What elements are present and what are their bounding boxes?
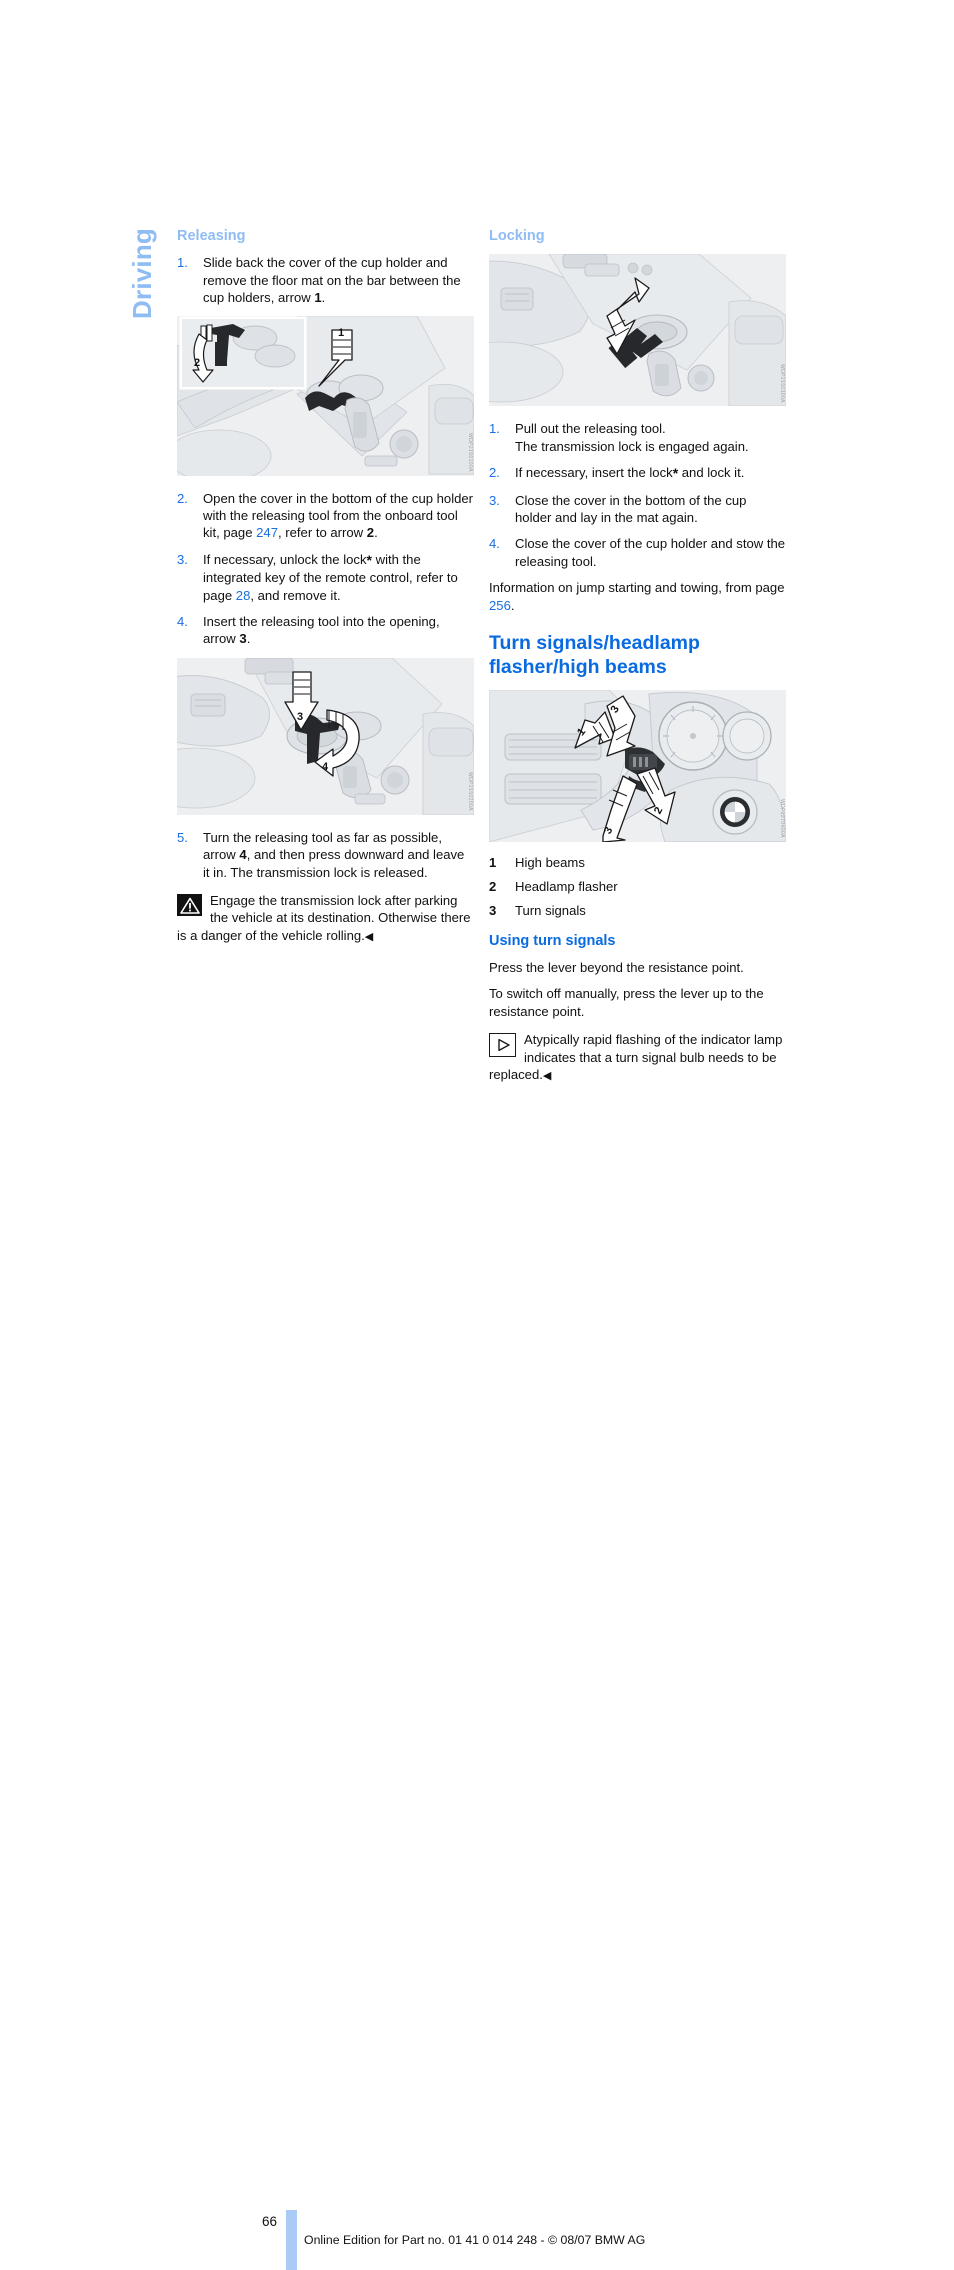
locking-heading: Locking <box>489 228 545 244</box>
list-item: 4. Insert the releasing tool into the op… <box>177 613 474 648</box>
chapter-tab: Driving <box>122 228 162 378</box>
figure-1-inset: 2 <box>182 318 304 387</box>
step-number: 3. <box>489 492 500 508</box>
turn-signal-legend: 1 High beams 2 Headlamp flasher 3 Turn s… <box>489 854 786 919</box>
warning-endmark: ◀ <box>364 930 374 943</box>
legend-key: 1 <box>489 854 497 870</box>
page-footer: 66 Online Edition for Part no. 01 41 0 0… <box>0 1106 954 2270</box>
step-text: Insert the releasing tool into the openi… <box>203 614 440 647</box>
figure-code: WDP2150200A <box>467 771 473 811</box>
step-number: 2. <box>489 465 500 481</box>
using-turn-signals-heading: Using turn signals <box>489 932 616 949</box>
bmw-logo-icon <box>720 796 750 827</box>
step-number: 4. <box>489 536 500 552</box>
warning-triangle-icon <box>177 894 202 917</box>
jump-start-info: Information on jump starting and towing,… <box>489 580 785 613</box>
figure-code: WDP2150100A <box>467 432 473 472</box>
figure-2-graphic: 3 4 <box>177 657 474 815</box>
step-text: If necessary, insert the lock* and lock … <box>515 465 745 482</box>
list-item: 3 Turn signals <box>489 902 786 919</box>
releasing-tool-insert-illustration: 3 4 WDP2150200A <box>177 657 474 815</box>
left-column: Releasing 1. Slide back the cover of the… <box>177 228 474 946</box>
svg-text:3: 3 <box>297 711 303 723</box>
step-number: 4. <box>177 614 188 630</box>
step-text: Open the cover in the bottom of the cup … <box>203 490 474 541</box>
list-item: 1. Pull out the releasing tool. The trans… <box>489 420 786 455</box>
turn-signal-paragraph-2: To switch off manually, press the lever … <box>489 986 764 1019</box>
step-text: Pull out the releasing tool. The transmis… <box>515 421 749 454</box>
info-text: Atypically rapid flashing of the indicat… <box>489 1032 783 1083</box>
releasing-steps-part3: 5. Turn the releasing tool as far as pos… <box>177 829 474 881</box>
list-item: 4. Close the cover of the cup holder and… <box>489 535 786 570</box>
figure-1-graphic: 1 2 <box>177 315 474 476</box>
list-item: 2. If necessary, insert the lock* and lo… <box>489 464 786 482</box>
list-item: 3. Close the cover in the bottom of the … <box>489 492 786 527</box>
releasing-heading: Releasing <box>177 228 246 244</box>
manual-page: Driving Releasing 1. Slide back the cove… <box>0 0 954 2270</box>
releasing-steps-part1: 1. Slide back the cover of the cup holde… <box>177 254 474 306</box>
right-column: Locking WDP2150300A 1. Pull out the rele… <box>489 228 786 1085</box>
figure-code: WDP2270400A <box>779 798 785 838</box>
releasing-steps-part2: 2. Open the cover in the bottom of the c… <box>177 490 474 648</box>
turn-signal-stalk-illustration: 1 3 3 2 WDP2270400A <box>489 689 786 842</box>
step-number: 5. <box>177 829 188 845</box>
locking-tool-illustration: WDP2150300A <box>489 254 786 407</box>
svg-text:4: 4 <box>322 761 329 773</box>
step-text: Close the cover in the bottom of the cup… <box>515 492 747 526</box>
chapter-tab-label: Driving <box>127 228 157 319</box>
svg-text:1: 1 <box>338 327 344 339</box>
step-text: Close the cover of the cup holder and st… <box>515 536 786 569</box>
step-number: 3. <box>177 551 188 567</box>
footer-edition-line: Online Edition for Part no. 01 41 0 014 … <box>304 2233 646 2247</box>
legend-label: Headlamp flasher <box>515 878 618 894</box>
list-item: 1 High beams <box>489 854 786 871</box>
play-triangle-note-icon <box>489 1033 516 1058</box>
legend-key: 3 <box>489 902 497 918</box>
figure-3-graphic <box>489 254 786 407</box>
step-number: 1. <box>177 255 188 271</box>
locking-steps: 1. Pull out the releasing tool. The trans… <box>489 420 786 570</box>
legend-label: High beams <box>515 854 585 870</box>
svg-text:2: 2 <box>194 357 200 369</box>
info-endmark: ◀ <box>542 1070 552 1083</box>
list-item: 5. Turn the releasing tool as far as pos… <box>177 829 474 881</box>
list-item: 3. If necessary, unlock the lock* with t… <box>177 551 474 604</box>
turn-signals-heading: Turn signals/headlamp flasher/high beams <box>489 632 700 678</box>
step-number: 1. <box>489 421 500 437</box>
step-text: Turn the releasing tool as far as possib… <box>203 829 465 880</box>
warning-text: Engage the transmission lock after parki… <box>177 893 471 943</box>
legend-label: Turn signals <box>515 902 586 918</box>
legend-key: 2 <box>489 878 497 894</box>
list-item: 1. Slide back the cover of the cup holde… <box>177 254 474 306</box>
footer-accent-bar <box>286 2210 297 2270</box>
step-text: Slide back the cover of the cup holder a… <box>203 255 461 306</box>
warning-notice: Engage the transmission lock after parki… <box>177 892 474 946</box>
figure-4-graphic: 1 3 3 2 <box>489 689 786 842</box>
page-number: 66 <box>262 2214 278 2229</box>
turn-signal-paragraph-1: Press the lever beyond the resistance po… <box>489 960 744 975</box>
step-text: If necessary, unlock the lock* with the … <box>203 551 458 603</box>
figure-code: WDP2150300A <box>779 363 785 403</box>
list-item: 2 Headlamp flasher <box>489 878 786 895</box>
info-notice: Atypically rapid flashing of the indicat… <box>489 1031 786 1085</box>
cup-holder-cover-illustration: 1 2 WDP2150100A <box>177 315 474 476</box>
step-number: 2. <box>177 490 188 506</box>
list-item: 2. Open the cover in the bottom of the c… <box>177 490 474 542</box>
